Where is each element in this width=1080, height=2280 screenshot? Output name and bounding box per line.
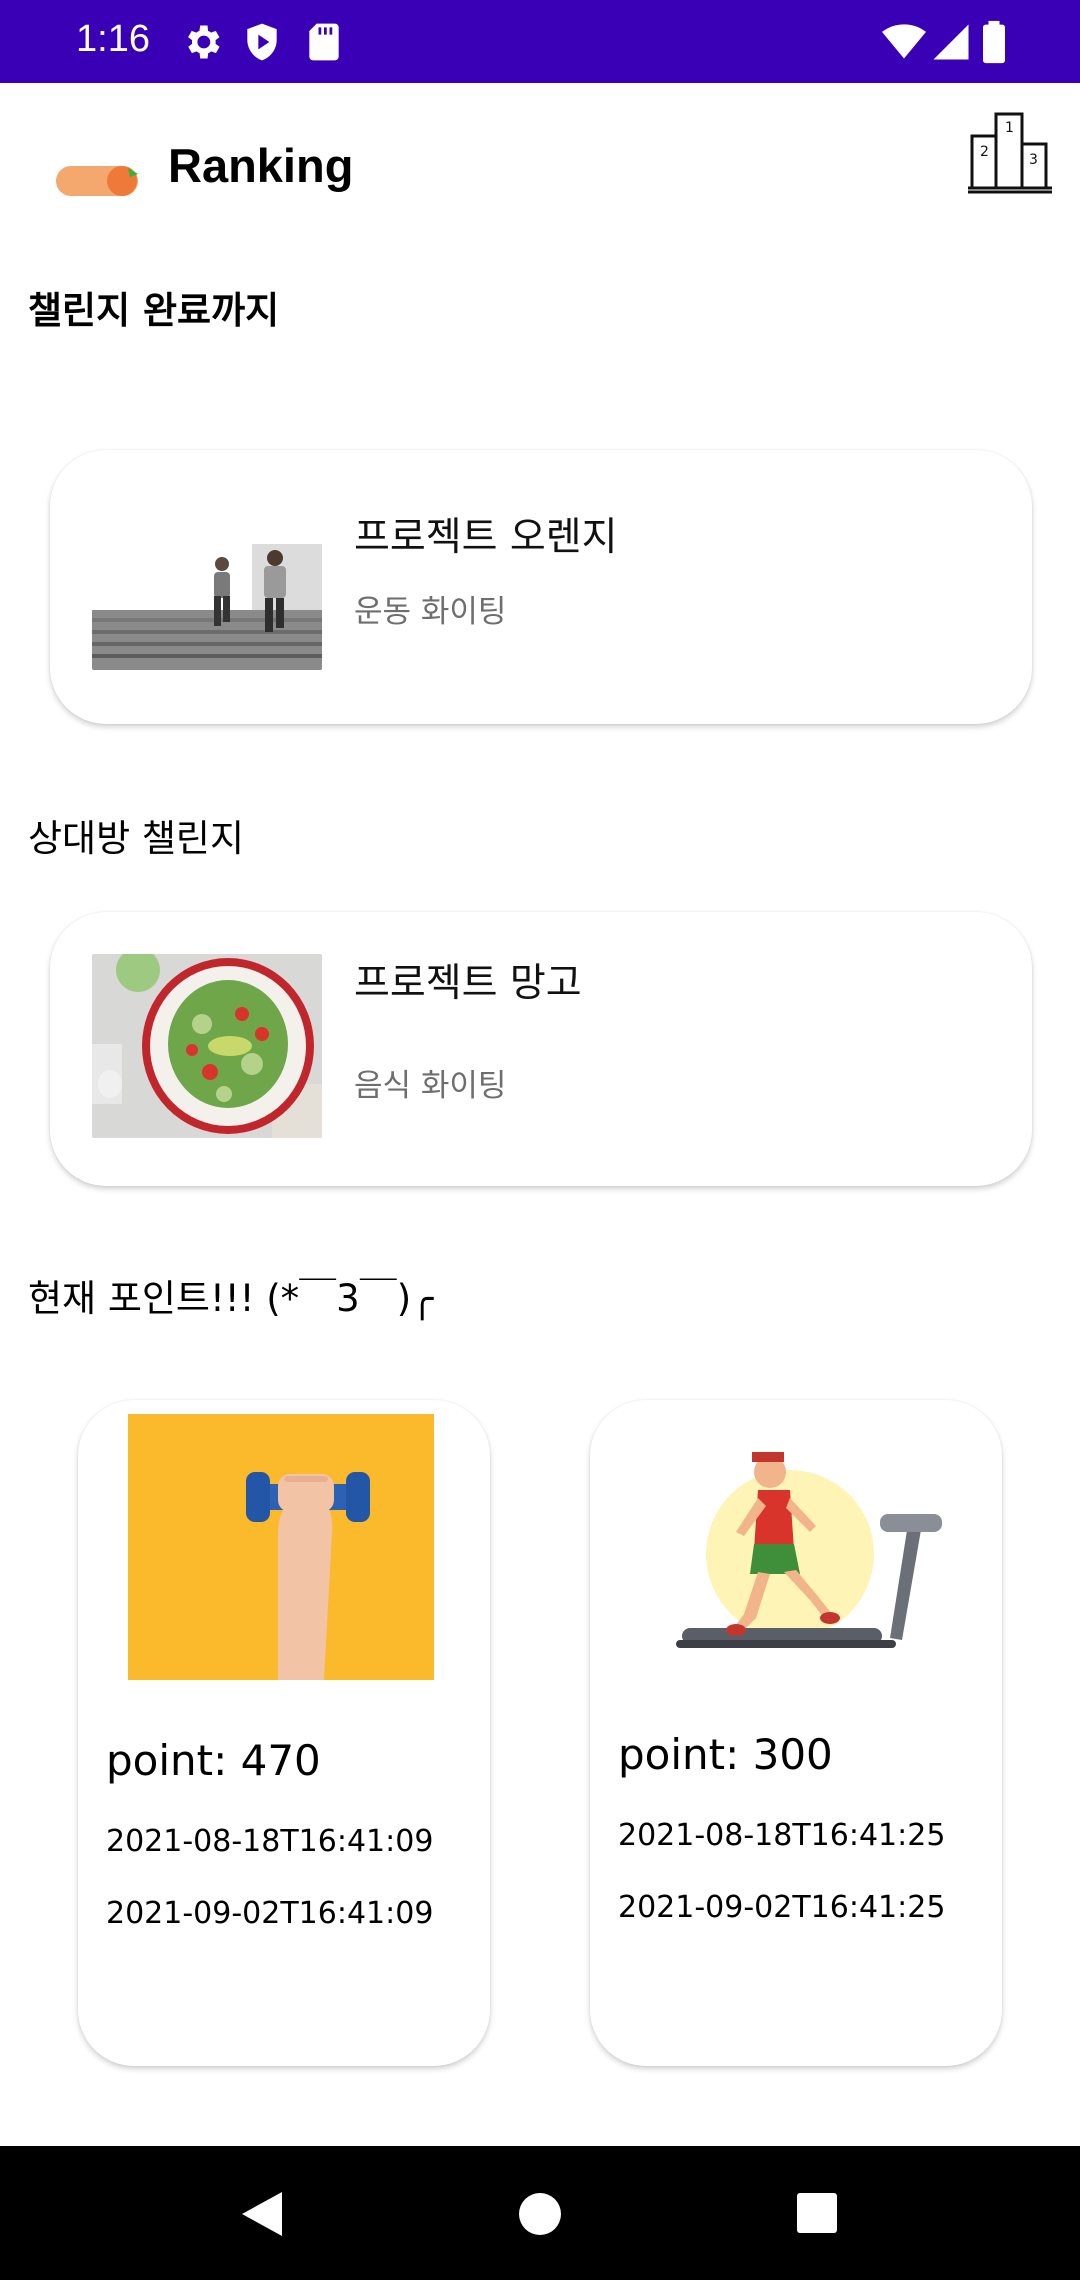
toggle-icon[interactable]: [56, 164, 140, 198]
navigation-bar: [0, 2146, 1080, 2280]
wifi-icon: [882, 24, 926, 59]
section-title-opponent: 상대방 챌린지: [28, 817, 245, 860]
challenge-card-mango[interactable]: 프로젝트 망고 음식 화이팅: [50, 912, 1032, 1186]
end-date: 2021-09-02T16:41:09: [106, 1896, 434, 1931]
start-date: 2021-08-18T16:41:09: [106, 1824, 434, 1859]
point-card[interactable]: point: 300 2021-08-18T16:41:25 2021-09-0…: [590, 1400, 1002, 2066]
salad-image: [92, 954, 322, 1138]
challenge-subtitle: 운동 화이팅: [354, 594, 507, 630]
back-icon[interactable]: [238, 2190, 284, 2238]
point-value: point: 300: [618, 1730, 833, 1779]
recent-apps-icon[interactable]: [796, 2192, 838, 2234]
svg-text:3: 3: [1029, 152, 1038, 168]
end-date: 2021-09-02T16:41:25: [618, 1890, 946, 1925]
podium-icon[interactable]: 2 1 3: [968, 110, 1052, 196]
treadmill-image: [640, 1414, 946, 1680]
start-date: 2021-08-18T16:41:25: [618, 1818, 946, 1853]
battery-icon: [983, 20, 1005, 64]
status-bar: 1:16: [0, 0, 1080, 83]
shield-icon: [247, 23, 277, 61]
home-icon[interactable]: [518, 2192, 562, 2236]
challenge-title: 프로젝트 망고: [354, 961, 582, 1006]
settings-icon: [188, 25, 220, 59]
point-value: point: 470: [106, 1736, 321, 1785]
cell-signal-icon: [933, 24, 969, 60]
dumbbell-image: [128, 1414, 434, 1680]
challenge-subtitle: 음식 화이팅: [354, 1068, 507, 1104]
section-title-current-points: 현재 포인트!!! (*￣3￣)╭: [28, 1277, 434, 1320]
status-time: 1:16: [76, 18, 150, 60]
running-stairs-image: [92, 518, 322, 670]
challenge-title: 프로젝트 오렌지: [354, 515, 618, 560]
svg-text:2: 2: [980, 144, 989, 160]
challenge-card-orange[interactable]: 프로젝트 오렌지 운동 화이팅: [50, 450, 1032, 724]
page-title: Ranking: [168, 139, 354, 192]
section-title-until-complete: 챌린지 완료까지: [28, 289, 280, 332]
svg-text:1: 1: [1005, 120, 1014, 136]
sd-card-icon: [309, 23, 339, 61]
point-card[interactable]: point: 470 2021-08-18T16:41:09 2021-09-0…: [78, 1400, 490, 2066]
